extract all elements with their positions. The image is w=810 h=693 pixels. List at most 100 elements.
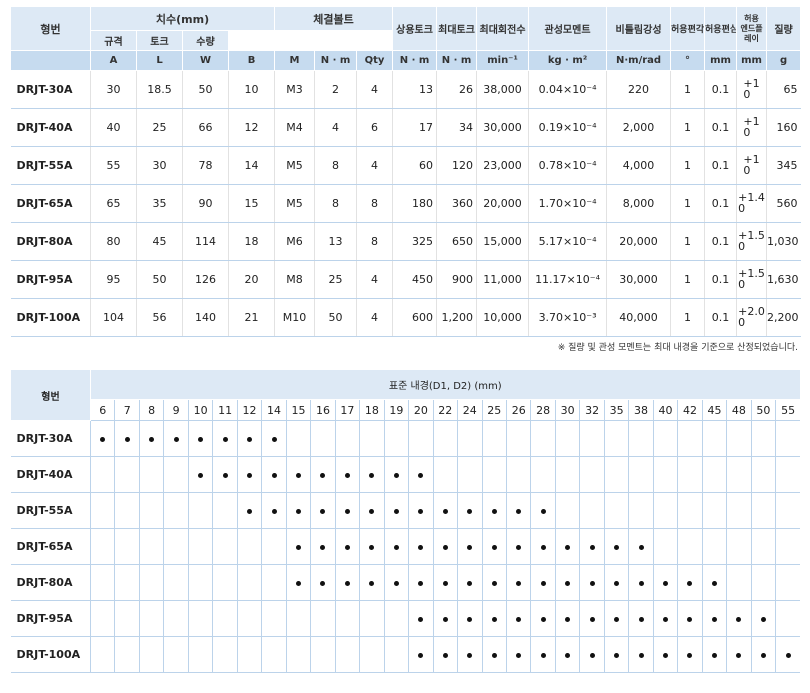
bore-cell [701, 528, 727, 565]
bore-cell [212, 528, 238, 565]
bore-cell [383, 564, 409, 601]
bore-cell [383, 492, 409, 529]
bore-size-header: 14 [261, 399, 287, 421]
available-dot [369, 545, 375, 550]
bore-cell [212, 456, 238, 493]
available-dot [516, 509, 522, 514]
available-dot [295, 509, 301, 514]
bore-row: DRJT-30A [10, 420, 801, 457]
bore-cell [750, 420, 776, 457]
bore-cell [457, 636, 482, 673]
available-dot [173, 437, 179, 442]
unit-cell: A [90, 50, 137, 71]
value-cell: 4 [356, 70, 393, 109]
available-dot [418, 473, 424, 478]
available-dot [393, 581, 399, 586]
available-dot [149, 437, 155, 442]
value-cell: 17 [392, 108, 437, 147]
bore-cell [236, 492, 262, 529]
model-cell: DRJT-40A [10, 108, 91, 147]
bore-size-header: 48 [726, 399, 752, 421]
available-dot [369, 581, 375, 586]
endplay-tolerance: +1 0 [743, 116, 759, 138]
value-cell: 120 [436, 146, 477, 185]
bore-cell [530, 492, 556, 529]
available-dot [760, 617, 766, 622]
bore-cell [750, 492, 776, 529]
bore-cell [310, 600, 336, 637]
value-cell: 56 [136, 298, 183, 337]
bore-cell [334, 564, 360, 601]
spec-row: DRJT-30A 30 18.5 50 10 M3 2 4 13 26 38,000 0.04×10⁻… [10, 70, 801, 109]
bore-size-header: 11 [212, 399, 238, 421]
value-cell: 325 [392, 222, 437, 261]
endplay-cell: +1 0 [736, 108, 767, 147]
bore-cell [701, 456, 727, 493]
bore-cell [236, 456, 262, 493]
bore-cell [505, 528, 531, 565]
bore-row: DRJT-80A [10, 564, 801, 601]
available-dot [565, 545, 571, 550]
available-dot [614, 617, 620, 622]
value-cell: 18.5 [136, 70, 183, 109]
available-dot [565, 581, 571, 586]
bore-size-header: 32 [579, 399, 605, 421]
available-dot [638, 653, 644, 658]
bore-cell [628, 528, 654, 565]
available-dot [247, 437, 253, 442]
endplay-tolerance: +1.5 0 [738, 268, 765, 290]
unit-cell: mm [704, 50, 738, 71]
bore-cell [481, 564, 507, 601]
available-dot [320, 545, 326, 550]
bore-cell [310, 492, 336, 529]
available-dot [540, 581, 546, 586]
value-cell: M5 [274, 184, 315, 223]
available-dot [418, 617, 424, 622]
bore-cell [383, 420, 409, 457]
bore-cell [775, 420, 801, 457]
value-cell: 65 [90, 184, 137, 223]
bore-cell [89, 528, 115, 565]
bore-cell [505, 456, 531, 493]
spec-row: DRJT-65A 65 35 90 15 M5 8 8 180 360 20,000 1.70×10⁻… [10, 184, 801, 223]
available-dot [100, 437, 106, 442]
value-cell: 1 [670, 260, 705, 299]
unit-cell: W [182, 50, 229, 71]
value-cell: 50 [314, 298, 357, 337]
bore-size-header: 16 [310, 399, 336, 421]
endplay-tolerance: +1 0 [743, 78, 759, 100]
bore-cell [775, 564, 801, 601]
available-dot [295, 545, 301, 550]
bore-cell [236, 528, 262, 565]
bore-cell [579, 456, 605, 493]
available-dot [614, 545, 620, 550]
unit-cell: L [136, 50, 183, 71]
bore-cell [457, 600, 482, 637]
value-cell: 45 [136, 222, 183, 261]
value-cell: 0.1 [704, 260, 737, 299]
bore-size-header: 50 [750, 399, 776, 421]
bore-cell [457, 564, 482, 601]
available-dot [271, 509, 277, 514]
bore-cell [285, 600, 311, 637]
bore-cell [603, 636, 629, 673]
value-cell: 55 [90, 146, 137, 185]
bore-cell [261, 636, 287, 673]
available-dot [589, 581, 595, 586]
bore-cell [457, 456, 482, 493]
value-cell: 1 [670, 70, 705, 109]
mass-cell: 560 [766, 184, 801, 223]
value-cell: 4 [356, 298, 393, 337]
endplay-cell: +1 0 [736, 70, 767, 109]
bore-size-header: 17 [334, 399, 360, 421]
unit-cell: min⁻¹ [476, 50, 530, 71]
value-cell: 5.17×10⁻⁴ [528, 222, 607, 261]
bore-cell [212, 600, 238, 637]
bore-cell [89, 564, 115, 601]
bore-cell [334, 600, 360, 637]
bore-cell [530, 600, 556, 637]
bore-size-header: 10 [187, 399, 213, 421]
bore-cell [652, 564, 678, 601]
bore-cell [212, 420, 238, 457]
bore-cell [750, 528, 776, 565]
